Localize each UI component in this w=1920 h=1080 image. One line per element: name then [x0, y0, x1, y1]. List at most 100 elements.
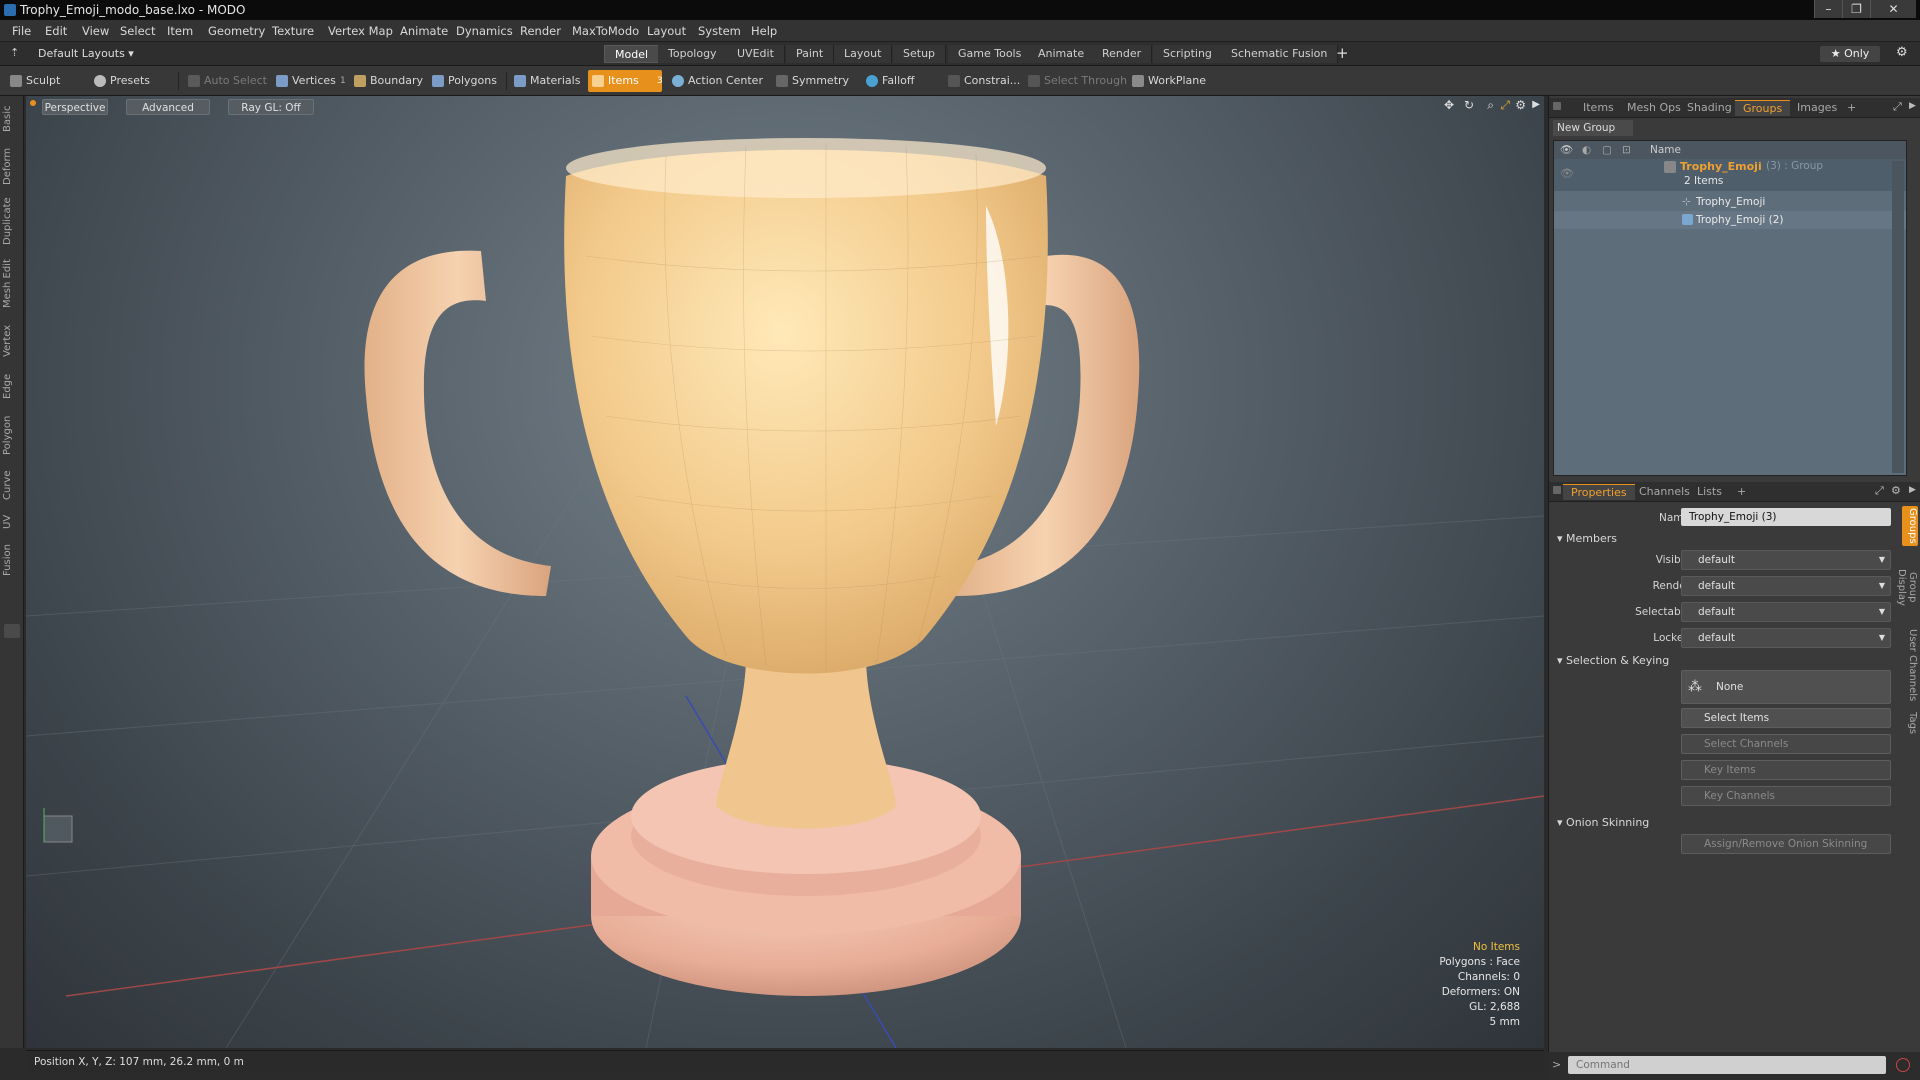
new-group-button[interactable]: New Group: [1553, 120, 1633, 136]
tab-scripting[interactable]: Scripting: [1153, 45, 1223, 63]
render-dropdown[interactable]: default ▼: [1681, 576, 1891, 596]
menu-system[interactable]: System: [698, 24, 741, 38]
tab-properties[interactable]: Properties: [1563, 484, 1635, 500]
group-visible-eye-icon[interactable]: 👁: [1560, 167, 1574, 180]
panel-menu-arrow-icon[interactable]: ▶: [1909, 485, 1916, 495]
auto-select-button[interactable]: Auto Select: [184, 70, 275, 92]
visible-dropdown[interactable]: default ▼: [1681, 550, 1891, 570]
fit-icon[interactable]: ⤢: [1500, 98, 1510, 113]
rotate-icon[interactable]: ↻: [1464, 98, 1474, 112]
lefttab-polygon[interactable]: Polygon: [2, 410, 22, 460]
sidetab-group-display[interactable]: Group Display: [1896, 552, 1918, 622]
symmetry-button[interactable]: Symmetry: [772, 70, 857, 92]
menu-vertex-map[interactable]: Vertex Map: [328, 24, 393, 38]
constraint-button[interactable]: Constrai...: [944, 70, 1028, 92]
menu-edit[interactable]: Edit: [45, 24, 67, 38]
presets-button[interactable]: Presets: [90, 70, 158, 92]
maximize-icon[interactable]: ❐: [1842, 0, 1870, 18]
boundary-button[interactable]: Boundary: [350, 70, 431, 92]
shading-advanced-dropdown[interactable]: Advanced: [126, 99, 210, 115]
menu-geometry[interactable]: Geometry: [208, 24, 265, 38]
pan-icon[interactable]: ✥: [1444, 98, 1454, 112]
zoom-icon[interactable]: ⌕: [1487, 98, 1494, 113]
select-items-button[interactable]: Select Items: [1681, 708, 1891, 728]
close-icon[interactable]: ✕: [1870, 0, 1916, 18]
lefttab-uv[interactable]: UV: [2, 510, 22, 534]
menu-select[interactable]: Select: [120, 24, 155, 38]
menu-maxtomodo[interactable]: MaxToModo: [572, 24, 639, 38]
menu-animate[interactable]: Animate: [400, 24, 448, 38]
panel-toggle-icon[interactable]: [1553, 102, 1561, 110]
tab-topology[interactable]: Topology: [658, 45, 728, 63]
menu-file[interactable]: File: [12, 24, 31, 38]
tab-model[interactable]: Model: [604, 45, 660, 63]
lefttab-vertex[interactable]: Vertex: [2, 320, 22, 362]
tab-layout[interactable]: Layout: [834, 45, 893, 63]
key-items-button[interactable]: Key Items: [1681, 760, 1891, 780]
lefttab-curve[interactable]: Curve: [2, 466, 22, 504]
name-field[interactable]: Trophy_Emoji (3): [1681, 508, 1891, 526]
falloff-button[interactable]: Falloff: [862, 70, 922, 92]
lefttab-duplicate[interactable]: Duplicate: [2, 196, 22, 246]
polygons-button[interactable]: Polygons: [428, 70, 505, 92]
panel-toggle-icon[interactable]: [1553, 486, 1561, 494]
assign-onion-skinning-button[interactable]: Assign/Remove Onion Skinning: [1681, 834, 1891, 854]
minimize-icon[interactable]: –: [1814, 0, 1842, 18]
tab-paint[interactable]: Paint: [786, 45, 835, 63]
raygl-toggle[interactable]: Ray GL: Off: [228, 99, 314, 115]
members-section-header[interactable]: ▾ Members: [1557, 532, 1617, 545]
group-child-row[interactable]: Trophy_Emoji (2): [1554, 211, 1906, 229]
name-column-header[interactable]: Name: [1650, 141, 1681, 159]
key-channels-button[interactable]: Key Channels: [1681, 786, 1891, 806]
menu-view[interactable]: View: [82, 24, 109, 38]
command-clear-icon[interactable]: [1896, 1058, 1910, 1072]
tab-setup[interactable]: Setup: [893, 45, 947, 63]
panel-menu-arrow-icon[interactable]: ▶: [1909, 101, 1916, 111]
menu-render[interactable]: Render: [520, 24, 561, 38]
lefttab-deform[interactable]: Deform: [2, 146, 22, 186]
selectable-dropdown[interactable]: default ▼: [1681, 602, 1891, 622]
action-center-button[interactable]: Action Center: [668, 70, 771, 92]
none-button[interactable]: ⁂ None: [1681, 670, 1891, 704]
group-child-row[interactable]: ⊹ Trophy_Emoji: [1554, 193, 1906, 211]
tab-lists[interactable]: Lists: [1689, 484, 1730, 500]
locked-dropdown[interactable]: default ▼: [1681, 628, 1891, 648]
menu-item[interactable]: Item: [167, 24, 193, 38]
viewport-settings-icon[interactable]: ⚙: [1515, 98, 1526, 112]
tab-uvedit[interactable]: UVEdit: [727, 45, 785, 63]
tab-render[interactable]: Render: [1092, 45, 1153, 63]
lefttab-basic[interactable]: Basic: [2, 104, 22, 134]
lefttab-fusion[interactable]: Fusion: [2, 540, 22, 580]
items-button[interactable]: Items: [588, 70, 662, 92]
add-panel-tab-button[interactable]: +: [1729, 484, 1754, 500]
onion-skinning-section-header[interactable]: ▾ Onion Skinning: [1557, 816, 1649, 829]
sculpt-button[interactable]: Sculpt: [6, 70, 68, 92]
layout-toggle-icon[interactable]: ⇡: [10, 46, 19, 59]
tab-channels[interactable]: Channels: [1631, 484, 1698, 500]
add-tab-button[interactable]: +: [1336, 44, 1349, 62]
groups-scrollbar[interactable]: [1892, 161, 1904, 473]
tab-game-tools[interactable]: Game Tools: [948, 45, 1033, 63]
tab-schematic-fusion[interactable]: Schematic Fusion: [1221, 45, 1339, 63]
lefttab-edge[interactable]: Edge: [2, 368, 22, 404]
select-through-button[interactable]: Select Through: [1024, 70, 1135, 92]
sidetab-groups[interactable]: Groups: [1902, 506, 1918, 546]
selection-keying-section-header[interactable]: ▾ Selection & Keying: [1557, 654, 1669, 667]
viewport-menu-arrow-icon[interactable]: ▶: [1532, 99, 1540, 110]
layout-preset-dropdown[interactable]: Default Layouts ▾: [38, 47, 134, 60]
command-input[interactable]: [1568, 1056, 1886, 1074]
left-tabs-toggle[interactable]: [4, 624, 20, 638]
tab-images[interactable]: Images: [1789, 100, 1845, 116]
panel-settings-icon[interactable]: ⚙: [1891, 484, 1901, 497]
lefttab-mesh-edit[interactable]: Mesh Edit: [2, 256, 22, 312]
add-panel-tab-button[interactable]: +: [1839, 100, 1864, 116]
sidetab-user-channels[interactable]: User Channels: [1902, 628, 1918, 702]
tab-items[interactable]: Items: [1575, 100, 1622, 116]
tab-groups[interactable]: Groups: [1735, 100, 1791, 116]
sidetab-tags[interactable]: Tags: [1902, 708, 1918, 738]
menu-dynamics[interactable]: Dynamics: [456, 24, 513, 38]
only-toggle[interactable]: ★ Only: [1820, 46, 1880, 62]
expand-icon[interactable]: ⤢: [1893, 100, 1902, 114]
tab-shading[interactable]: Shading: [1679, 100, 1740, 116]
menu-texture[interactable]: Texture: [272, 24, 314, 38]
